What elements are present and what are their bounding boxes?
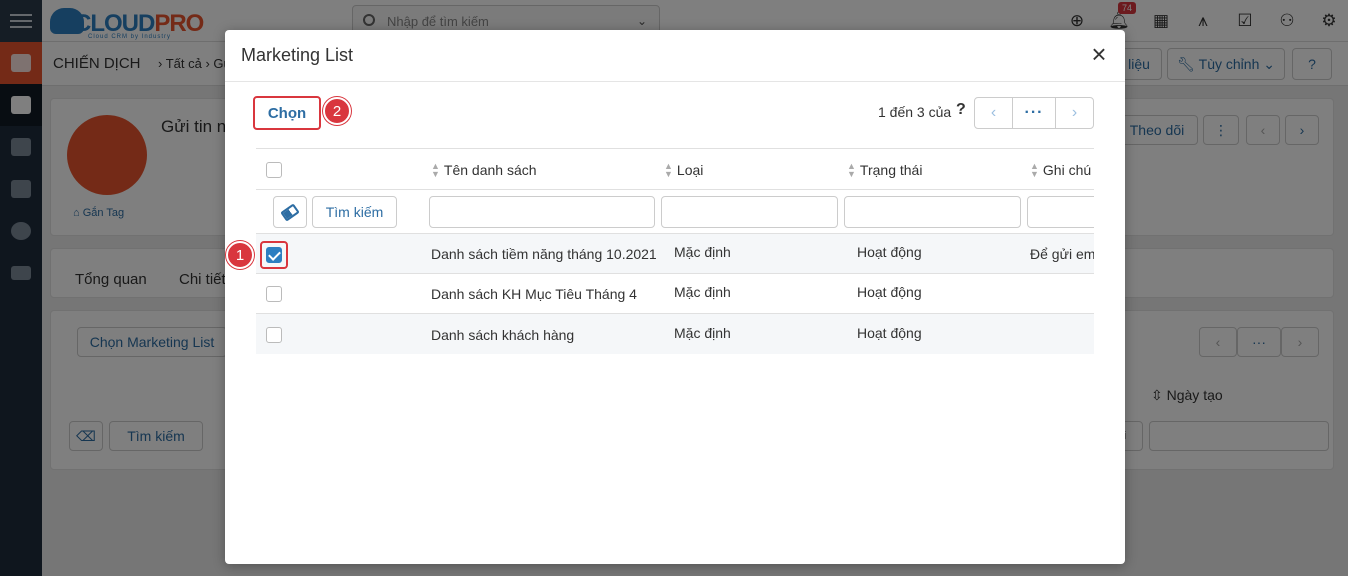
row-type: Mặc định (674, 284, 731, 300)
column-header-name[interactable]: ▲ ▼ Tên danh sách (431, 149, 537, 190)
filter-name-input[interactable] (429, 196, 655, 228)
row-type: Mặc định (674, 324, 731, 341)
marketing-list-table: ▲ ▼ Tên danh sách ▲ ▼ Loại ▲ ▼ Trạng thái ▲ ▼ Gh… (256, 148, 1094, 354)
marketing-list-modal: Marketing List × Chọn 2 1 đến 3 của ? ‹ … (225, 30, 1125, 564)
row-checkbox-highlight (260, 241, 288, 269)
row-note: Để gửi em (1030, 246, 1094, 262)
row-status: Hoạt động (857, 244, 922, 260)
modal-header: Marketing List × (225, 30, 1125, 82)
eraser-icon (280, 202, 300, 222)
pager-more-button[interactable]: ··· (1013, 98, 1056, 128)
table-row[interactable]: Danh sách KH Mục Tiêu Tháng 4 Mặc định H… (256, 274, 1094, 314)
filter-search-button[interactable]: Tìm kiếm (312, 196, 397, 228)
pager-next-button[interactable]: › (1056, 98, 1093, 128)
table-row[interactable]: Danh sách tiềm năng tháng 10.2021 Mặc đị… (256, 234, 1094, 274)
row-checkbox[interactable] (266, 286, 282, 302)
step-marker-2: 2 (323, 97, 351, 125)
row-name[interactable]: Danh sách KH Mục Tiêu Tháng 4 (431, 274, 637, 314)
row-checkbox[interactable] (266, 247, 282, 263)
filter-row: Tìm kiếm (256, 190, 1094, 234)
table-row[interactable]: Danh sách khách hàng Mặc định Hoạt động (256, 314, 1094, 354)
select-button[interactable]: Chọn (253, 96, 321, 130)
column-header-type[interactable]: ▲ ▼ Loại (664, 149, 703, 190)
column-header-note[interactable]: ▲ ▼ Ghi chú (1030, 149, 1091, 190)
row-name[interactable]: Danh sách khách hàng (431, 314, 574, 354)
pager-total-unknown[interactable]: ? (956, 101, 966, 119)
pager-prev-button[interactable]: ‹ (975, 98, 1013, 128)
row-status: Hoạt động (857, 284, 922, 300)
row-status: Hoạt động (857, 324, 922, 341)
table-header-row: ▲ ▼ Tên danh sách ▲ ▼ Loại ▲ ▼ Trạng thái ▲ ▼ Gh… (256, 149, 1094, 190)
pager-text: 1 đến 3 của (878, 104, 952, 120)
column-header-status[interactable]: ▲ ▼ Trạng thái (847, 149, 922, 190)
filter-type-input[interactable] (661, 196, 838, 228)
filter-status-input[interactable] (844, 196, 1021, 228)
row-name[interactable]: Danh sách tiềm năng tháng 10.2021 (431, 234, 657, 274)
clear-filter-button[interactable] (273, 196, 307, 228)
sort-icon: ▲ ▼ (847, 160, 856, 179)
sort-icon: ▲ ▼ (1030, 160, 1039, 179)
select-all-checkbox[interactable] (266, 161, 282, 178)
pager: ‹ ··· › (974, 97, 1094, 129)
sort-icon: ▲ ▼ (431, 160, 440, 179)
sort-icon: ▲ ▼ (664, 160, 673, 179)
row-type: Mặc định (674, 244, 731, 260)
row-checkbox[interactable] (266, 326, 282, 343)
close-icon[interactable]: × (1087, 40, 1111, 68)
filter-note-input[interactable] (1027, 196, 1094, 228)
step-marker-1: 1 (226, 241, 254, 269)
modal-title: Marketing List (241, 45, 354, 65)
